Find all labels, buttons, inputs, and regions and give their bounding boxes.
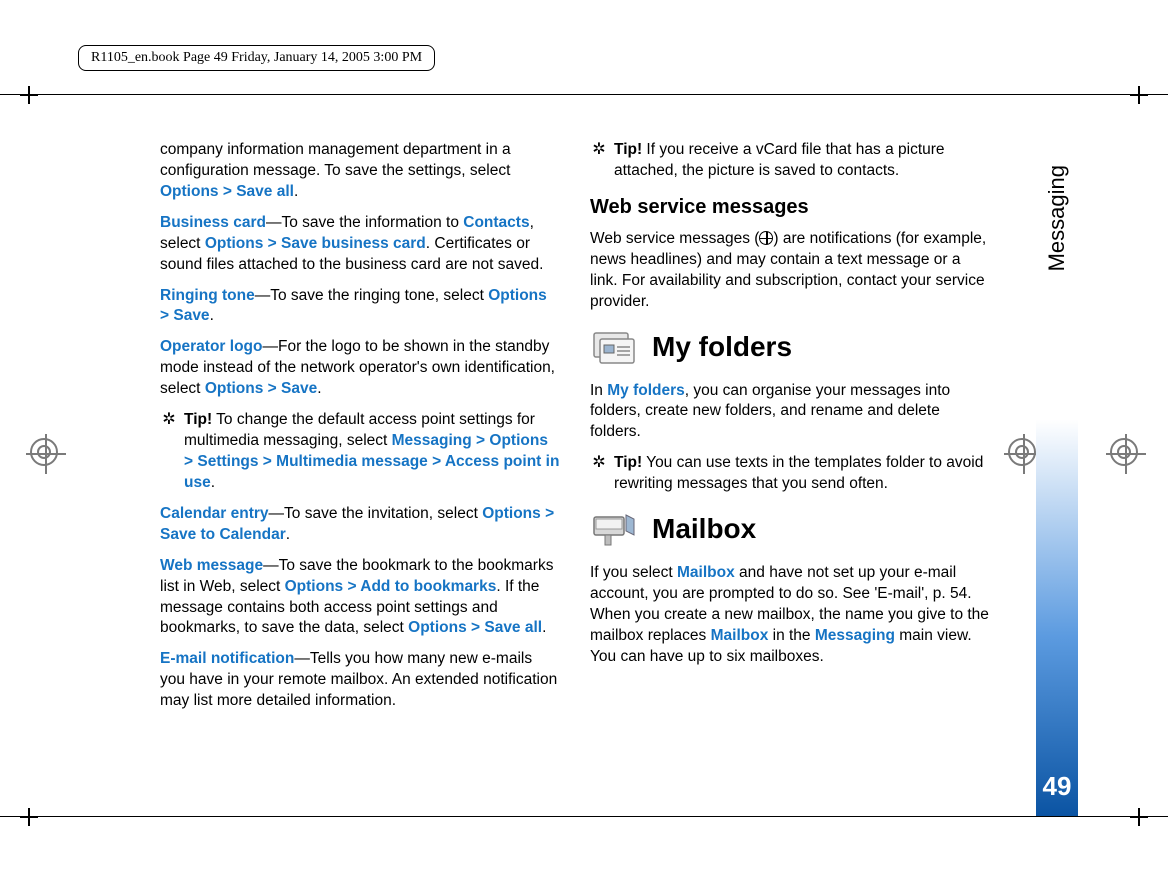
right-column: ✲ Tip! If you receive a vCard file that … bbox=[590, 140, 990, 722]
tip-block: ✲ Tip! You can use texts in the template… bbox=[590, 453, 990, 495]
body-text: . bbox=[211, 474, 215, 491]
folders-icon bbox=[590, 327, 638, 367]
crop-mark bbox=[1130, 808, 1148, 826]
body-text: You can use texts in the templates folde… bbox=[614, 454, 983, 492]
tip-label: Tip! bbox=[184, 411, 212, 428]
term-operator-logo: Operator logo bbox=[160, 338, 262, 355]
tip-label: Tip! bbox=[614, 141, 642, 158]
heading-text: My folders bbox=[652, 328, 792, 366]
link-my-folders: My folders bbox=[607, 382, 685, 399]
heading-text: Mailbox bbox=[652, 510, 756, 548]
link-contacts: Contacts bbox=[463, 214, 529, 231]
body-text: . bbox=[317, 380, 321, 397]
tip-block: ✲ Tip! To change the default access poin… bbox=[160, 410, 560, 494]
side-tab: Messaging 49 bbox=[1036, 95, 1078, 816]
menu-path: Options > Add to bookmarks bbox=[285, 578, 497, 595]
body-text: In bbox=[590, 382, 607, 399]
term-email-notification: E-mail notification bbox=[160, 650, 294, 667]
paragraph: Web message—To save the bookmark to the … bbox=[160, 556, 560, 640]
book-header: R1105_en.book Page 49 Friday, January 14… bbox=[78, 45, 435, 71]
tip-block: ✲ Tip! If you receive a vCard file that … bbox=[590, 140, 990, 182]
body-text: . bbox=[542, 619, 546, 636]
body-text: company information management departmen… bbox=[160, 141, 511, 179]
menu-path: Options > Save all bbox=[408, 619, 542, 636]
term-web-message: Web message bbox=[160, 557, 263, 574]
body-text: —To save the invitation, select bbox=[269, 505, 483, 522]
mailbox-icon bbox=[590, 509, 638, 549]
tip-bulb-icon: ✲ bbox=[590, 140, 608, 182]
paragraph: Operator logo—For the logo to be shown i… bbox=[160, 337, 560, 400]
menu-path: Options > Save business card bbox=[205, 235, 426, 252]
crop-line-bottom bbox=[0, 816, 1168, 817]
link-messaging: Messaging bbox=[815, 627, 895, 644]
body-text: . bbox=[294, 183, 298, 200]
term-calendar-entry: Calendar entry bbox=[160, 505, 269, 522]
body-text: If you receive a vCard file that has a p… bbox=[614, 141, 945, 179]
paragraph: If you select Mailbox and have not set u… bbox=[590, 563, 990, 668]
term-ringing-tone: Ringing tone bbox=[160, 287, 255, 304]
body-text: Web service messages ( bbox=[590, 230, 759, 247]
paragraph: In My folders, you can organise your mes… bbox=[590, 381, 990, 444]
term-business-card: Business card bbox=[160, 214, 266, 231]
crop-line-top bbox=[0, 94, 1168, 95]
paragraph: Web service messages () are notification… bbox=[590, 229, 990, 313]
tip-bulb-icon: ✲ bbox=[590, 453, 608, 495]
body-text: —To save the information to bbox=[266, 214, 463, 231]
registration-target-icon bbox=[30, 438, 58, 466]
body-text: If you select bbox=[590, 564, 677, 581]
paragraph: Ringing tone—To save the ringing tone, s… bbox=[160, 286, 560, 328]
left-column: company information management departmen… bbox=[160, 140, 560, 722]
crop-mark bbox=[20, 86, 38, 104]
menu-path: Options > Save bbox=[205, 380, 317, 397]
registration-target-icon bbox=[1110, 438, 1138, 466]
body-text: . bbox=[286, 526, 290, 543]
globe-icon bbox=[759, 231, 773, 245]
heading-web-service-messages: Web service messages bbox=[590, 194, 990, 221]
body-text: in the bbox=[768, 627, 815, 644]
tip-text: Tip! To change the default access point … bbox=[184, 410, 560, 494]
page-content: company information management departmen… bbox=[160, 140, 990, 722]
link-mailbox: Mailbox bbox=[711, 627, 769, 644]
crop-mark bbox=[20, 808, 38, 826]
tip-bulb-icon: ✲ bbox=[160, 410, 178, 494]
heading-my-folders: My folders bbox=[590, 327, 990, 367]
menu-path: Options > Save all bbox=[160, 183, 294, 200]
paragraph: company information management departmen… bbox=[160, 140, 560, 203]
body-text: —To save the ringing tone, select bbox=[255, 287, 489, 304]
tip-text: Tip! If you receive a vCard file that ha… bbox=[614, 140, 990, 182]
book-info-text: R1105_en.book Page 49 Friday, January 14… bbox=[91, 50, 422, 65]
paragraph: E-mail notification—Tells you how many n… bbox=[160, 649, 560, 712]
link-mailbox: Mailbox bbox=[677, 564, 735, 581]
paragraph: Calendar entry—To save the invitation, s… bbox=[160, 504, 560, 546]
tip-label: Tip! bbox=[614, 454, 642, 471]
registration-target-icon bbox=[1008, 438, 1036, 466]
crop-mark bbox=[1130, 86, 1148, 104]
tip-text: Tip! You can use texts in the templates … bbox=[614, 453, 990, 495]
body-text: . bbox=[210, 307, 214, 324]
side-tab-label: Messaging bbox=[1044, 165, 1070, 271]
paragraph: Business card—To save the information to… bbox=[160, 213, 560, 276]
page-number: 49 bbox=[1043, 771, 1072, 802]
heading-mailbox: Mailbox bbox=[590, 509, 990, 549]
